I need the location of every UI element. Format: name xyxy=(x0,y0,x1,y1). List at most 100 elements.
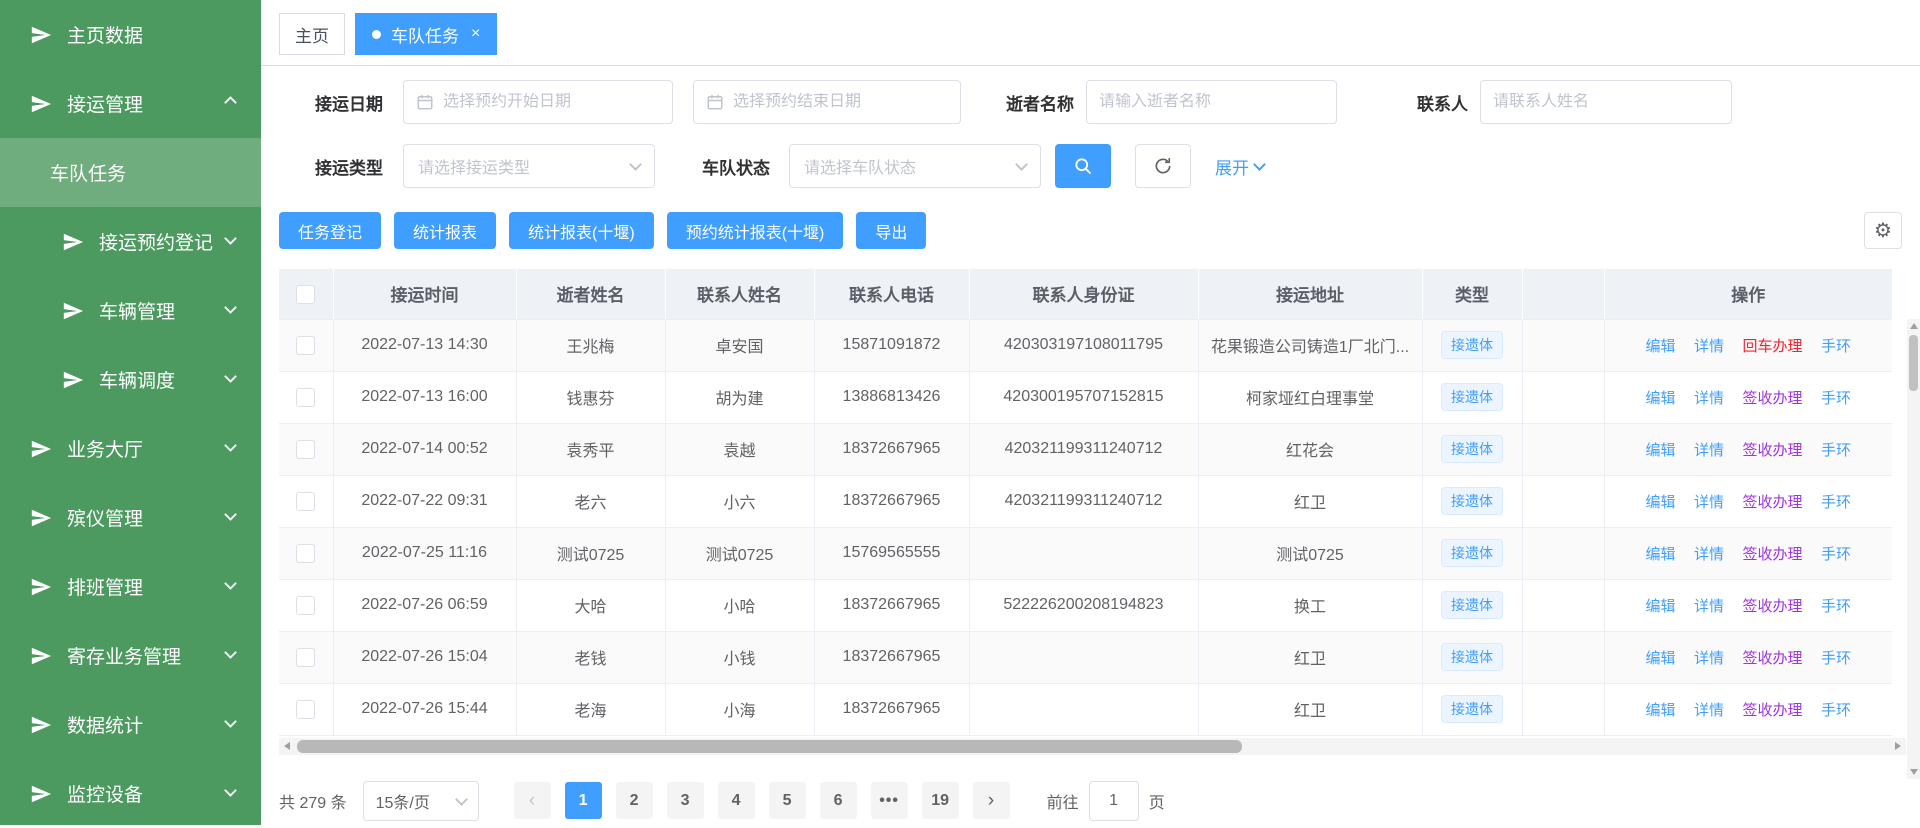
close-tab-icon[interactable]: × xyxy=(471,25,480,43)
process-link[interactable]: 签收办理 xyxy=(1742,598,1802,615)
table-row: 2022-07-22 09:31 老六 小六 18372667965 42032… xyxy=(279,475,1892,527)
next-page-button[interactable]: › xyxy=(973,782,1010,819)
row-checkbox[interactable] xyxy=(296,336,315,355)
booking-stats-report-shiyan-button[interactable]: 预约统计报表(十堰) xyxy=(667,212,844,249)
goto-page-input[interactable] xyxy=(1089,781,1139,821)
row-checkbox[interactable] xyxy=(296,648,315,667)
tab-fleet-tasks[interactable]: 车队任务 × xyxy=(355,13,497,55)
cell-contact-idcard: 420321199311240712 xyxy=(969,423,1198,475)
detail-link[interactable]: 详情 xyxy=(1694,598,1724,615)
detail-link[interactable]: 详情 xyxy=(1694,390,1724,407)
scroll-right-icon[interactable] xyxy=(1890,738,1906,755)
sidebar-item-fleet-tasks[interactable]: 车队任务 xyxy=(0,138,261,207)
detail-link[interactable]: 详情 xyxy=(1694,494,1724,511)
select-all-checkbox[interactable] xyxy=(296,285,315,304)
detail-link[interactable]: 详情 xyxy=(1694,546,1724,563)
row-checkbox[interactable] xyxy=(296,388,315,407)
sidebar-item-vehicle-mgmt[interactable]: 车辆管理 xyxy=(0,276,261,345)
sidebar-item-funeral-mgmt[interactable]: 殡仪管理 xyxy=(0,483,261,552)
wristband-link[interactable]: 手环 xyxy=(1821,702,1851,719)
tab-home[interactable]: 主页 xyxy=(279,13,345,55)
edit-link[interactable]: 编辑 xyxy=(1646,546,1676,563)
wristband-link[interactable]: 手环 xyxy=(1821,390,1851,407)
export-button[interactable]: 导出 xyxy=(856,212,926,249)
process-link[interactable]: 签收办理 xyxy=(1742,442,1802,459)
prev-page-button[interactable]: ‹ xyxy=(514,782,551,819)
edit-link[interactable]: 编辑 xyxy=(1646,650,1676,667)
page-button-2[interactable]: 2 xyxy=(616,782,653,819)
wristband-link[interactable]: 手环 xyxy=(1821,338,1851,355)
page-button-4[interactable]: 4 xyxy=(718,782,755,819)
wristband-link[interactable]: 手环 xyxy=(1821,598,1851,615)
horizontal-scrollbar[interactable] xyxy=(279,738,1906,755)
contact-input[interactable] xyxy=(1493,93,1719,111)
detail-link[interactable]: 详情 xyxy=(1694,702,1724,719)
cell-spacer xyxy=(1522,475,1604,527)
edit-link[interactable]: 编辑 xyxy=(1646,338,1676,355)
calendar-icon xyxy=(706,93,724,111)
header-type: 类型 xyxy=(1422,269,1522,319)
header-contact-phone: 联系人电话 xyxy=(814,269,969,319)
detail-link[interactable]: 详情 xyxy=(1694,338,1724,355)
page-button-3[interactable]: 3 xyxy=(667,782,704,819)
sidebar-item-shift-mgmt[interactable]: 排班管理 xyxy=(0,552,261,621)
wristband-link[interactable]: 手环 xyxy=(1821,442,1851,459)
process-link[interactable]: 签收办理 xyxy=(1742,494,1802,511)
stats-report-shiyan-button[interactable]: 统计报表(十堰) xyxy=(509,212,654,249)
process-link[interactable]: 签收办理 xyxy=(1742,702,1802,719)
refresh-button[interactable] xyxy=(1135,144,1191,188)
fleet-status-select[interactable]: 请选择车队状态 xyxy=(789,144,1041,188)
page-button-5[interactable]: 5 xyxy=(769,782,806,819)
more-pages-button[interactable]: ••• xyxy=(871,782,908,819)
task-register-button[interactable]: 任务登记 xyxy=(279,212,381,249)
sidebar-item-vehicle-dispatch[interactable]: 车辆调度 xyxy=(0,345,261,414)
row-checkbox[interactable] xyxy=(296,596,315,615)
vertical-scrollbar[interactable] xyxy=(1907,319,1920,779)
wristband-link[interactable]: 手环 xyxy=(1821,546,1851,563)
edit-link[interactable]: 编辑 xyxy=(1646,442,1676,459)
row-checkbox[interactable] xyxy=(296,440,315,459)
deceased-name-input[interactable] xyxy=(1099,93,1324,111)
sidebar-item-data-stats[interactable]: 数据统计 xyxy=(0,690,261,759)
edit-link[interactable]: 编辑 xyxy=(1646,598,1676,615)
start-date-input[interactable] xyxy=(443,93,660,111)
sidebar-item-home-data[interactable]: 主页数据 xyxy=(0,0,261,69)
sidebar-item-transport-booking[interactable]: 接运预约登记 xyxy=(0,207,261,276)
chevron-down-icon xyxy=(224,370,237,383)
process-link[interactable]: 签收办理 xyxy=(1742,650,1802,667)
sidebar-item-business-hall[interactable]: 业务大厅 xyxy=(0,414,261,483)
vertical-scroll-thumb[interactable] xyxy=(1909,335,1918,391)
expand-toggle[interactable]: 展开 xyxy=(1215,154,1264,179)
page-button-6[interactable]: 6 xyxy=(820,782,857,819)
column-settings-button[interactable]: ⚙ xyxy=(1864,212,1902,249)
wristband-link[interactable]: 手环 xyxy=(1821,650,1851,667)
process-link[interactable]: 回车办理 xyxy=(1742,338,1802,355)
page-button-19[interactable]: 19 xyxy=(922,782,959,819)
stats-report-button[interactable]: 统计报表 xyxy=(394,212,496,249)
detail-link[interactable]: 详情 xyxy=(1694,442,1724,459)
detail-link[interactable]: 详情 xyxy=(1694,650,1724,667)
row-checkbox[interactable] xyxy=(296,544,315,563)
scroll-down-icon[interactable] xyxy=(1907,765,1920,779)
scroll-up-icon[interactable] xyxy=(1907,319,1920,333)
cell-contact-idcard: 420321199311240712 xyxy=(969,475,1198,527)
page-size-select[interactable]: 15条/页 xyxy=(363,781,479,821)
pickup-type-select[interactable]: 请选择接运类型 xyxy=(403,144,655,188)
edit-link[interactable]: 编辑 xyxy=(1646,390,1676,407)
sidebar-item-transport-mgmt[interactable]: 接运管理 xyxy=(0,69,261,138)
edit-link[interactable]: 编辑 xyxy=(1646,494,1676,511)
edit-link[interactable]: 编辑 xyxy=(1646,702,1676,719)
search-button[interactable] xyxy=(1055,144,1111,188)
row-checkbox[interactable] xyxy=(296,700,315,719)
process-link[interactable]: 签收办理 xyxy=(1742,546,1802,563)
horizontal-scroll-thumb[interactable] xyxy=(297,740,1242,753)
end-date-input[interactable] xyxy=(733,93,948,111)
sidebar-item-storage-mgmt[interactable]: 寄存业务管理 xyxy=(0,621,261,690)
process-link[interactable]: 签收办理 xyxy=(1742,390,1802,407)
scroll-left-icon[interactable] xyxy=(279,738,295,755)
wristband-link[interactable]: 手环 xyxy=(1821,494,1851,511)
page-button-1[interactable]: 1 xyxy=(565,782,602,819)
sidebar-item-monitoring[interactable]: 监控设备 xyxy=(0,759,261,828)
row-checkbox[interactable] xyxy=(296,492,315,511)
table-header-row: 接运时间 逝者姓名 联系人姓名 联系人电话 联系人身份证 接运地址 类型 操作 xyxy=(279,269,1892,319)
